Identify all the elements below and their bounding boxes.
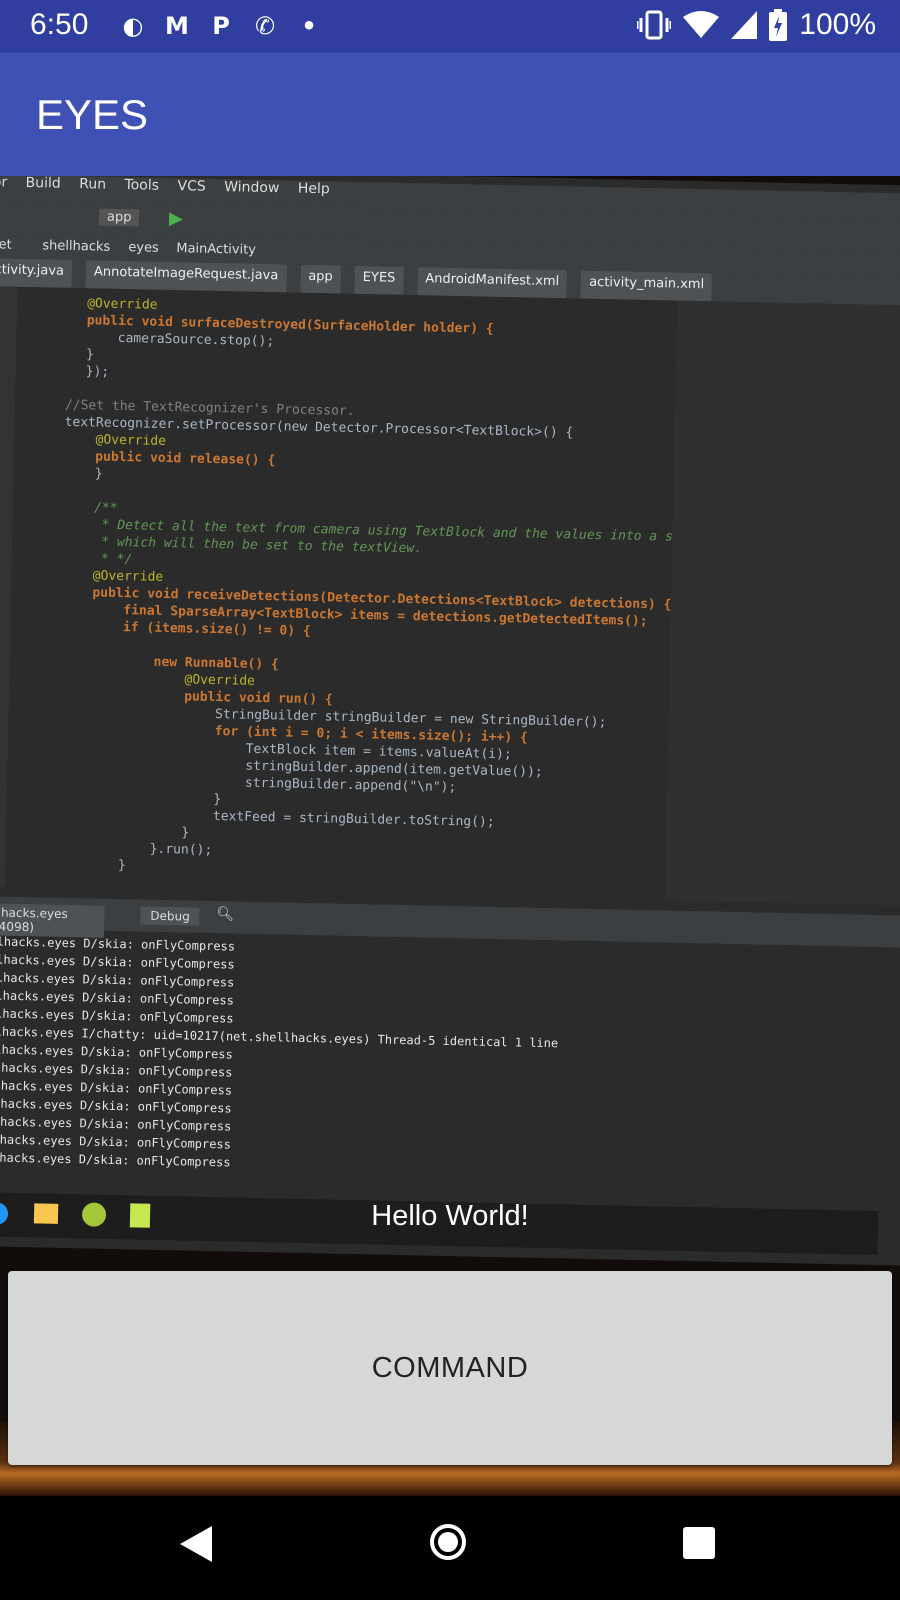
- code-line: @Override: [86, 296, 158, 313]
- breadcrumb-item: eyes: [128, 240, 159, 256]
- ide-menu-item: Help: [297, 180, 330, 198]
- code-line: * */: [61, 550, 133, 568]
- status-time: 6:50: [30, 8, 89, 41]
- code-line: });: [85, 364, 110, 380]
- code-line: }: [85, 347, 95, 363]
- code-line: }: [56, 788, 222, 808]
- code-editor: @Override public void surfaceDestroyed(Su…: [0, 285, 767, 901]
- logcat-lines: shellhacks.eyes D/skia: onFlyCompress she…: [0, 932, 560, 1178]
- ide-menu-item: VCS: [177, 178, 206, 195]
- code-line: if (items.size() != 0) {: [60, 618, 311, 640]
- detected-text: Hello World!: [371, 1200, 529, 1232]
- breadcrumb-item: MainActivity: [176, 241, 257, 258]
- status-right: 100%: [637, 8, 876, 42]
- code-line: }.run();: [55, 839, 213, 859]
- vibrate-icon: [637, 10, 672, 40]
- app-bar: EYES: [0, 53, 900, 176]
- code-line: cameraSource.stop();: [86, 330, 275, 350]
- ide-tab: Activity.java: [0, 257, 73, 288]
- ide-screen: ctor Build Run Tools VCS Window Help app…: [0, 176, 900, 1266]
- breadcrumb-item: shellhacks: [42, 238, 111, 255]
- code-line: public void release() {: [63, 448, 276, 469]
- ide-menu-item: Window: [223, 179, 280, 197]
- code-line: @Override: [59, 669, 256, 689]
- pandora-icon: P: [212, 12, 230, 40]
- code-line: }: [55, 822, 190, 841]
- run-config: app: [98, 208, 140, 227]
- back-icon[interactable]: [180, 1526, 212, 1562]
- home-icon[interactable]: [430, 1524, 466, 1560]
- signal-icon: [731, 11, 758, 39]
- logcat-panel: llhacks.eyes (4098) Debug 🔍︎ shellhacks.…: [0, 895, 900, 1236]
- code-line: new Runnable() {: [59, 652, 279, 673]
- run-icon: ▶: [168, 207, 184, 230]
- app-title: EYES: [36, 91, 149, 138]
- recent-apps-icon[interactable]: [683, 1527, 715, 1559]
- code-line: }: [55, 856, 126, 874]
- battery-charging-icon: [769, 9, 788, 41]
- code-line: @Override: [61, 567, 164, 585]
- ide-tab: app: [299, 264, 341, 294]
- command-button[interactable]: COMMAND: [8, 1271, 892, 1465]
- dot-icon: •: [301, 12, 317, 40]
- ide-tab: EYES: [354, 265, 404, 295]
- editor-gutter: [0, 285, 18, 887]
- gmail-icon: M: [165, 12, 189, 40]
- code-line: /**: [62, 499, 118, 516]
- discord-icon: ◐: [122, 12, 144, 40]
- ide-menu-item: Run: [79, 176, 107, 193]
- ide-menu-item: Build: [25, 176, 61, 192]
- whatsapp-icon: ✆: [254, 12, 276, 40]
- ide-tab: AnnotateImageRequest.java: [85, 260, 287, 293]
- code-line: @Override: [64, 431, 167, 449]
- navigation-bar: [0, 1496, 900, 1600]
- status-bar: 6:50 ◐ M P ✆ • 100%: [0, 0, 900, 53]
- code-line: }: [63, 465, 103, 482]
- breadcrumb-item: net: [0, 237, 12, 253]
- editor-margin: [664, 300, 900, 906]
- ide-menu-item: ctor: [0, 176, 8, 191]
- ide-tab: activity_main.xml: [580, 270, 713, 302]
- logcat-search-icon: 🔍︎: [216, 906, 235, 923]
- logcat-level: Debug: [140, 906, 200, 926]
- battery-level: 100%: [799, 8, 876, 41]
- ide-menu-item: Tools: [124, 177, 160, 194]
- wifi-icon: [683, 11, 720, 38]
- notification-icons: ◐ M P ✆ •: [118, 11, 324, 41]
- ide-tab: AndroidManifest.xml: [417, 267, 568, 299]
